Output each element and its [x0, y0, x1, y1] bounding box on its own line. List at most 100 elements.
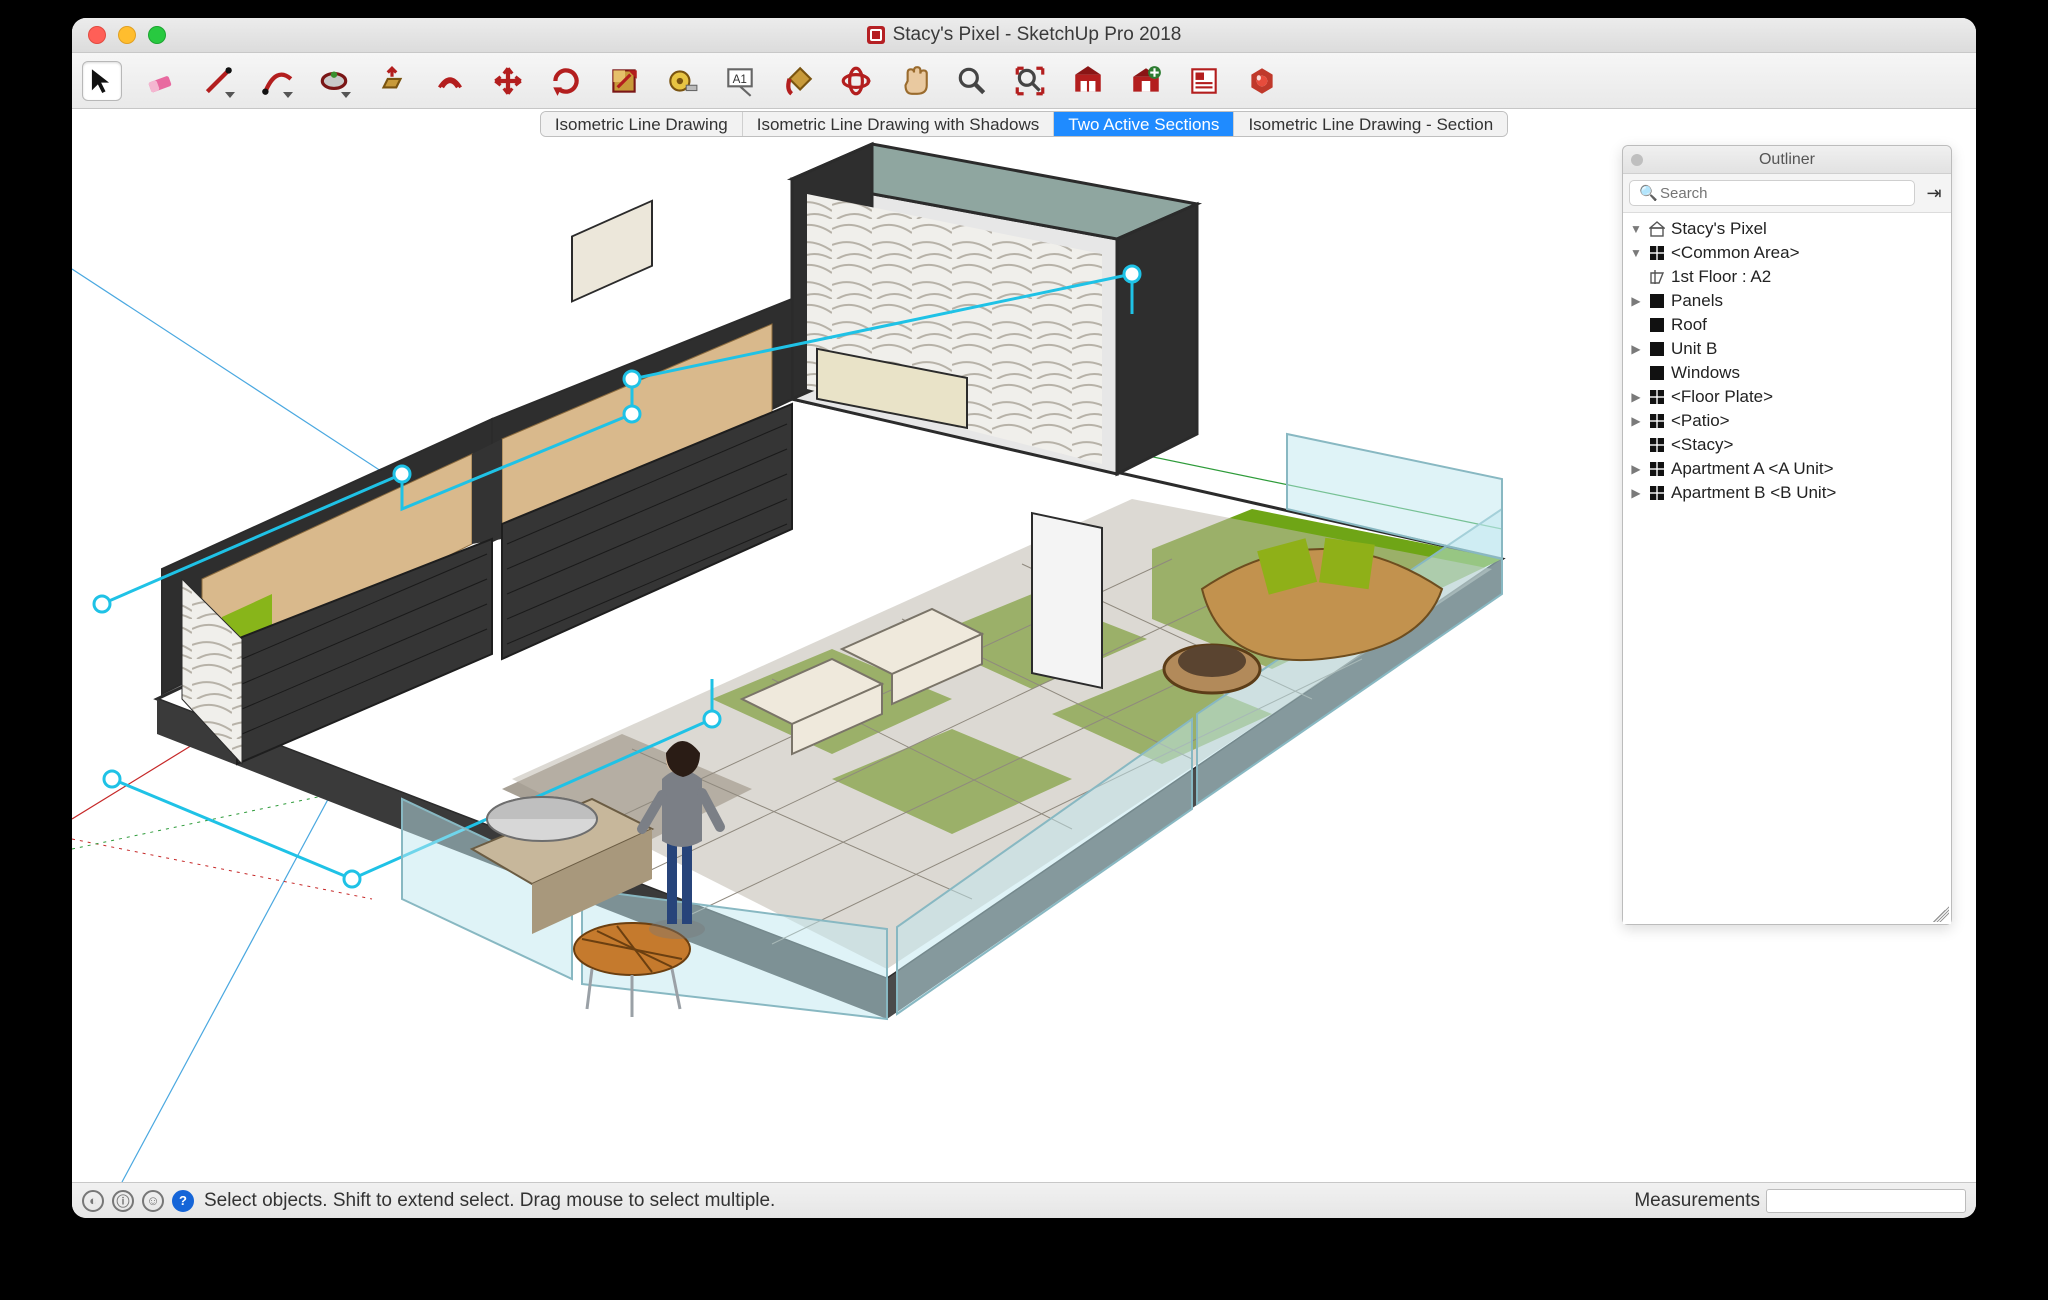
- grid-icon: [1649, 461, 1665, 477]
- disclosure-triangle-icon[interactable]: ▶: [1629, 390, 1643, 404]
- titlebar: Stacy's Pixel - SketchUp Pro 2018: [72, 18, 1976, 53]
- tree-label: <Common Area>: [1671, 243, 1800, 263]
- tree-row[interactable]: ▶ Unit B: [1623, 337, 1951, 361]
- disclosure-triangle-icon[interactable]: ▶: [1629, 294, 1643, 308]
- grid-icon: [1649, 413, 1665, 429]
- extensions-tool[interactable]: [1242, 61, 1282, 101]
- status-hint: Select objects. Shift to extend select. …: [204, 1190, 775, 1212]
- solid-icon: [1649, 293, 1665, 309]
- measurements-label: Measurements: [1634, 1190, 1760, 1212]
- disclosure-triangle-icon[interactable]: ▶: [1629, 462, 1643, 476]
- tree-row[interactable]: <Stacy>: [1623, 433, 1951, 457]
- rotate-tool[interactable]: [546, 61, 586, 101]
- tree-label: 1st Floor : A2: [1671, 267, 1771, 287]
- move-tool[interactable]: [488, 61, 528, 101]
- layout-tool[interactable]: [1184, 61, 1224, 101]
- tree-row[interactable]: Roof: [1623, 313, 1951, 337]
- pushpull-tool[interactable]: [372, 61, 412, 101]
- zoom-extents-tool[interactable]: [1010, 61, 1050, 101]
- text-tool[interactable]: [720, 61, 760, 101]
- measurements-box: Measurements: [1634, 1189, 1966, 1213]
- search-icon: 🔍: [1639, 184, 1658, 202]
- dropdown-caret-icon: [341, 92, 351, 98]
- tree-row[interactable]: ▶ Apartment B <B Unit>: [1623, 481, 1951, 505]
- orbit-tool[interactable]: [836, 61, 876, 101]
- main-toolbar: [72, 53, 1976, 109]
- select-tool[interactable]: [82, 61, 122, 101]
- sketchup-icon: [867, 26, 885, 44]
- tree-row[interactable]: ▶ Apartment A <A Unit>: [1623, 457, 1951, 481]
- app-window: Stacy's Pixel - SketchUp Pro 2018 Isomet…: [72, 18, 1976, 1218]
- solid-icon: [1649, 341, 1665, 357]
- scene-tab-1[interactable]: Isometric Line Drawing with Shadows: [743, 112, 1055, 136]
- geo-icon[interactable]: ◐: [82, 1190, 104, 1212]
- tree-label: Windows: [1671, 363, 1740, 383]
- outliner-search-input[interactable]: [1629, 180, 1915, 206]
- outliner-search-row: 🔍 ⇥: [1623, 174, 1951, 213]
- scene-tab-0[interactable]: Isometric Line Drawing: [541, 112, 743, 136]
- line-tool[interactable]: [198, 61, 238, 101]
- disclosure-triangle-icon[interactable]: ▶: [1629, 342, 1643, 356]
- scene-tab-2[interactable]: Two Active Sections: [1054, 112, 1234, 136]
- disclosure-triangle-icon[interactable]: ▼: [1629, 222, 1643, 236]
- panel-resize-handle[interactable]: [1933, 906, 1949, 922]
- grid-icon: [1649, 437, 1665, 453]
- scene-tab-3[interactable]: Isometric Line Drawing - Section: [1234, 112, 1507, 136]
- measurements-input[interactable]: [1766, 1189, 1966, 1213]
- eraser-tool[interactable]: [140, 61, 180, 101]
- house-icon: [1649, 221, 1665, 237]
- shape-tool[interactable]: [314, 61, 354, 101]
- tree-label: <Floor Plate>: [1671, 387, 1773, 407]
- credits-icon[interactable]: ⓘ: [112, 1190, 134, 1212]
- solid-icon: [1649, 317, 1665, 333]
- disclosure-triangle-icon[interactable]: ▶: [1629, 486, 1643, 500]
- window-title-text: Stacy's Pixel - SketchUp Pro 2018: [893, 24, 1182, 46]
- tree-label: <Stacy>: [1671, 435, 1733, 455]
- scene-tabs: Isometric Line DrawingIsometric Line Dra…: [540, 111, 1508, 137]
- disclosure-triangle-icon[interactable]: ▶: [1629, 414, 1643, 428]
- tree-row[interactable]: ▶Panels: [1623, 289, 1951, 313]
- arc-tool[interactable]: [256, 61, 296, 101]
- offset-tool[interactable]: [430, 61, 470, 101]
- dropdown-caret-icon: [225, 92, 235, 98]
- tape-measure-tool[interactable]: [662, 61, 702, 101]
- outliner-title: Outliner: [1759, 151, 1815, 168]
- scene-tab-bar: Isometric Line DrawingIsometric Line Dra…: [72, 109, 1976, 139]
- tree-row[interactable]: ▼Stacy's Pixel: [1623, 217, 1951, 241]
- tree-row[interactable]: Windows: [1623, 361, 1951, 385]
- outliner-tree[interactable]: ▼Stacy's Pixel▼<Common Area>1st Floor : …: [1623, 213, 1951, 924]
- pan-tool[interactable]: [894, 61, 934, 101]
- tree-row[interactable]: ▶ <Patio>: [1623, 409, 1951, 433]
- status-bar: ◐ ⓘ ☺ ? Select objects. Shift to extend …: [72, 1182, 1976, 1218]
- warehouse-upload-tool[interactable]: [1126, 61, 1166, 101]
- axis-green-dashed: [72, 794, 332, 849]
- solid-icon: [1649, 365, 1665, 381]
- grid-icon: [1649, 485, 1665, 501]
- scale-tool[interactable]: [604, 61, 644, 101]
- outliner-menu-button[interactable]: ⇥: [1923, 183, 1945, 204]
- outliner-panel[interactable]: Outliner 🔍 ⇥ ▼Stacy's Pixel▼<Common Area…: [1622, 145, 1952, 925]
- tree-row[interactable]: ▶ <Floor Plate>: [1623, 385, 1951, 409]
- tree-label: Apartment A <A Unit>: [1671, 459, 1834, 479]
- tree-row[interactable]: ▼ <Common Area>: [1623, 241, 1951, 265]
- minimize-window-button[interactable]: [118, 26, 136, 44]
- warehouse-tool[interactable]: [1068, 61, 1108, 101]
- tree-label: Unit B: [1671, 339, 1717, 359]
- disclosure-triangle-icon[interactable]: ▼: [1629, 246, 1643, 260]
- tree-label: Apartment B <B Unit>: [1671, 483, 1836, 503]
- window-title: Stacy's Pixel - SketchUp Pro 2018: [72, 24, 1976, 46]
- profile-icon[interactable]: ☺: [142, 1190, 164, 1212]
- close-window-button[interactable]: [88, 26, 106, 44]
- paint-bucket-tool[interactable]: [778, 61, 818, 101]
- grid-icon: [1649, 389, 1665, 405]
- panel-close-button[interactable]: [1631, 154, 1643, 166]
- outliner-header[interactable]: Outliner: [1623, 146, 1951, 174]
- grid-icon: [1649, 245, 1665, 261]
- tree-label: <Patio>: [1671, 411, 1730, 431]
- sect-icon: [1649, 269, 1665, 285]
- tree-label: Roof: [1671, 315, 1707, 335]
- zoom-tool[interactable]: [952, 61, 992, 101]
- help-icon[interactable]: ?: [172, 1190, 194, 1212]
- tree-row[interactable]: 1st Floor : A2: [1623, 265, 1951, 289]
- zoom-window-button[interactable]: [148, 26, 166, 44]
